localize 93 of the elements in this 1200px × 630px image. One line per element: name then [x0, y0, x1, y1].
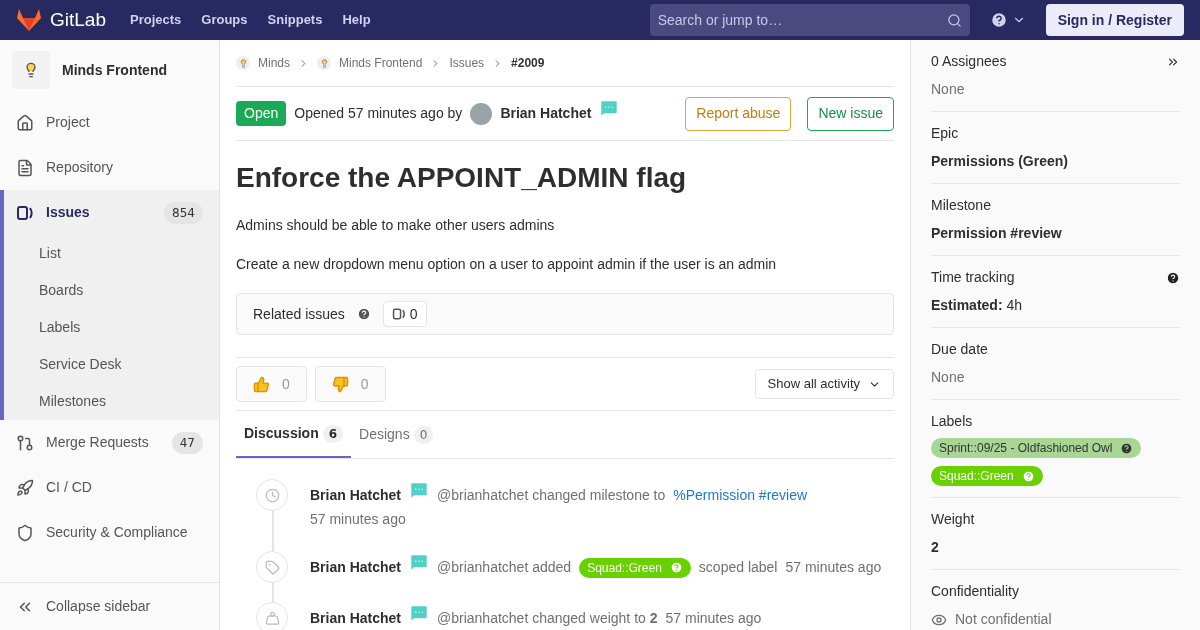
- chat-bubble-icon: [409, 602, 430, 623]
- sidebar-subitem[interactable]: List: [4, 235, 219, 272]
- description-text: Admins should be able to make other users admins: [236, 216, 556, 235]
- thumbs-down-icon: [331, 375, 349, 393]
- group-avatar: [317, 56, 331, 70]
- scoped-label: Squad::Green: [931, 466, 1043, 486]
- event-time: 57 minutes ago: [785, 558, 882, 577]
- sidebar-item[interactable]: Merge Requests 47: [0, 420, 219, 465]
- search-field[interactable]: Search or jump to…: [649, 4, 970, 36]
- breadcrumb-link[interactable]: Minds Frontend: [317, 54, 423, 72]
- sidebar-item[interactable]: CI / CD: [0, 465, 219, 510]
- help-icon[interactable]: [989, 11, 1008, 29]
- section-value: Permission #review: [931, 224, 1062, 243]
- project-avatar: [12, 51, 50, 89]
- scoped-label: Squad::Green: [579, 557, 691, 578]
- event-text: scoped label: [698, 558, 778, 577]
- nav-link[interactable]: Help: [342, 10, 371, 30]
- thumbs-up-icon: [253, 375, 270, 393]
- status-badge: Open: [236, 101, 287, 126]
- section-title: Confidentiality: [931, 582, 1019, 601]
- clock-icon: [256, 479, 288, 511]
- scoped-label: Sprint::09/25 - Oldfashioned Owl: [931, 438, 1142, 458]
- breadcrumb-link[interactable]: #2009: [511, 54, 545, 72]
- merge-icon: [16, 433, 34, 452]
- author-name[interactable]: Brian Hatchet: [310, 485, 402, 506]
- fox-logo-icon: [16, 8, 42, 32]
- sidebar-subitem[interactable]: Boards: [4, 272, 219, 309]
- section-value: Permissions (Green): [931, 152, 1068, 171]
- project-name[interactable]: Minds Frontend: [62, 59, 167, 81]
- rocket-icon: [16, 478, 34, 497]
- chat-bubble-icon: [599, 97, 620, 118]
- section-title: Labels: [931, 412, 973, 431]
- section-title: Due date: [931, 340, 988, 359]
- chat-bubble-icon: [409, 551, 430, 572]
- nav-link[interactable]: Snippets: [267, 10, 323, 30]
- search-input[interactable]: Search or jump to…: [657, 9, 947, 31]
- nav-link[interactable]: Projects: [130, 10, 182, 30]
- breadcrumb-link[interactable]: Issues: [449, 54, 485, 72]
- event-text: @brianhatchet changed weight to 2: [437, 609, 658, 628]
- sidebar-item[interactable]: Project: [0, 100, 219, 145]
- sidebar-item[interactable]: Issues 854: [4, 190, 219, 235]
- event-time: 57 minutes ago: [665, 609, 762, 628]
- author-name[interactable]: Brian Hatchet: [310, 608, 402, 629]
- event-text: @brianhatchet changed milestone to: [437, 486, 666, 505]
- section-title: 0 Assignees: [931, 52, 1007, 71]
- section-value: None: [931, 368, 965, 387]
- nav-link[interactable]: Groups: [201, 10, 248, 30]
- sidebar-item[interactable]: Security & Compliance: [0, 510, 219, 555]
- section-title: Weight: [931, 510, 975, 529]
- description-text: Create a new dropdown menu option on a user to appoint admin if the user is an admin: [236, 255, 778, 274]
- event-time: 57 minutes ago: [310, 510, 407, 529]
- chat-bubble-icon: [409, 479, 430, 500]
- section-title: Milestone: [931, 196, 991, 215]
- tag-icon: [256, 551, 288, 583]
- sign-in-button[interactable]: Sign in / Register: [1045, 4, 1184, 36]
- event-text: @brianhatchet added: [437, 558, 572, 577]
- section-title: Time tracking: [931, 268, 1015, 287]
- tab[interactable]: Discussion 6: [236, 411, 352, 458]
- shield-icon: [16, 523, 34, 542]
- search-icon: [946, 12, 962, 28]
- section-value: Not confidential: [955, 610, 1052, 629]
- new-issue-button[interactable]: New issue: [807, 96, 894, 131]
- related-count: 0: [382, 301, 427, 327]
- activity-filter-dropdown[interactable]: Show all activity: [754, 369, 894, 399]
- file-icon: [16, 158, 34, 177]
- issues-icon: [391, 307, 406, 321]
- section-value: 2: [931, 538, 939, 557]
- opened-text: Opened 57 minutes ago by: [294, 104, 463, 123]
- count-badge: 0: [413, 425, 434, 444]
- group-avatar: [236, 56, 250, 70]
- count-badge: 6: [322, 424, 344, 443]
- related-issues-title: Related issues: [253, 304, 345, 324]
- breadcrumb-link[interactable]: Minds: [236, 54, 290, 72]
- count-badge: 47: [171, 431, 203, 454]
- sidebar-subitem[interactable]: Service Desk: [4, 346, 219, 383]
- sidebar-subitem[interactable]: Milestones: [4, 383, 219, 420]
- sidebar-item[interactable]: Repository: [0, 145, 219, 190]
- sidebar-subitem[interactable]: Labels: [4, 309, 219, 346]
- tab[interactable]: Designs 0: [351, 411, 442, 458]
- avatar: [470, 102, 493, 125]
- milestone-link[interactable]: %Permission #review: [673, 485, 808, 506]
- issue-title: Enforce the APPOINT_ADMIN flag: [236, 161, 688, 195]
- section-value: None: [931, 80, 965, 99]
- count-badge: 854: [164, 201, 203, 224]
- weight-icon: [256, 602, 288, 630]
- home-icon: [16, 113, 34, 132]
- brand-name[interactable]: GitLab: [50, 5, 106, 35]
- author-name[interactable]: Brian Hatchet: [310, 557, 402, 578]
- collapse-sidebar-button[interactable]: Collapse sidebar: [0, 582, 219, 630]
- section-value: Estimated: 4h: [931, 296, 1023, 315]
- issues-icon: [16, 203, 34, 222]
- section-title: Epic: [931, 124, 959, 143]
- author-name[interactable]: Brian Hatchet: [500, 103, 592, 124]
